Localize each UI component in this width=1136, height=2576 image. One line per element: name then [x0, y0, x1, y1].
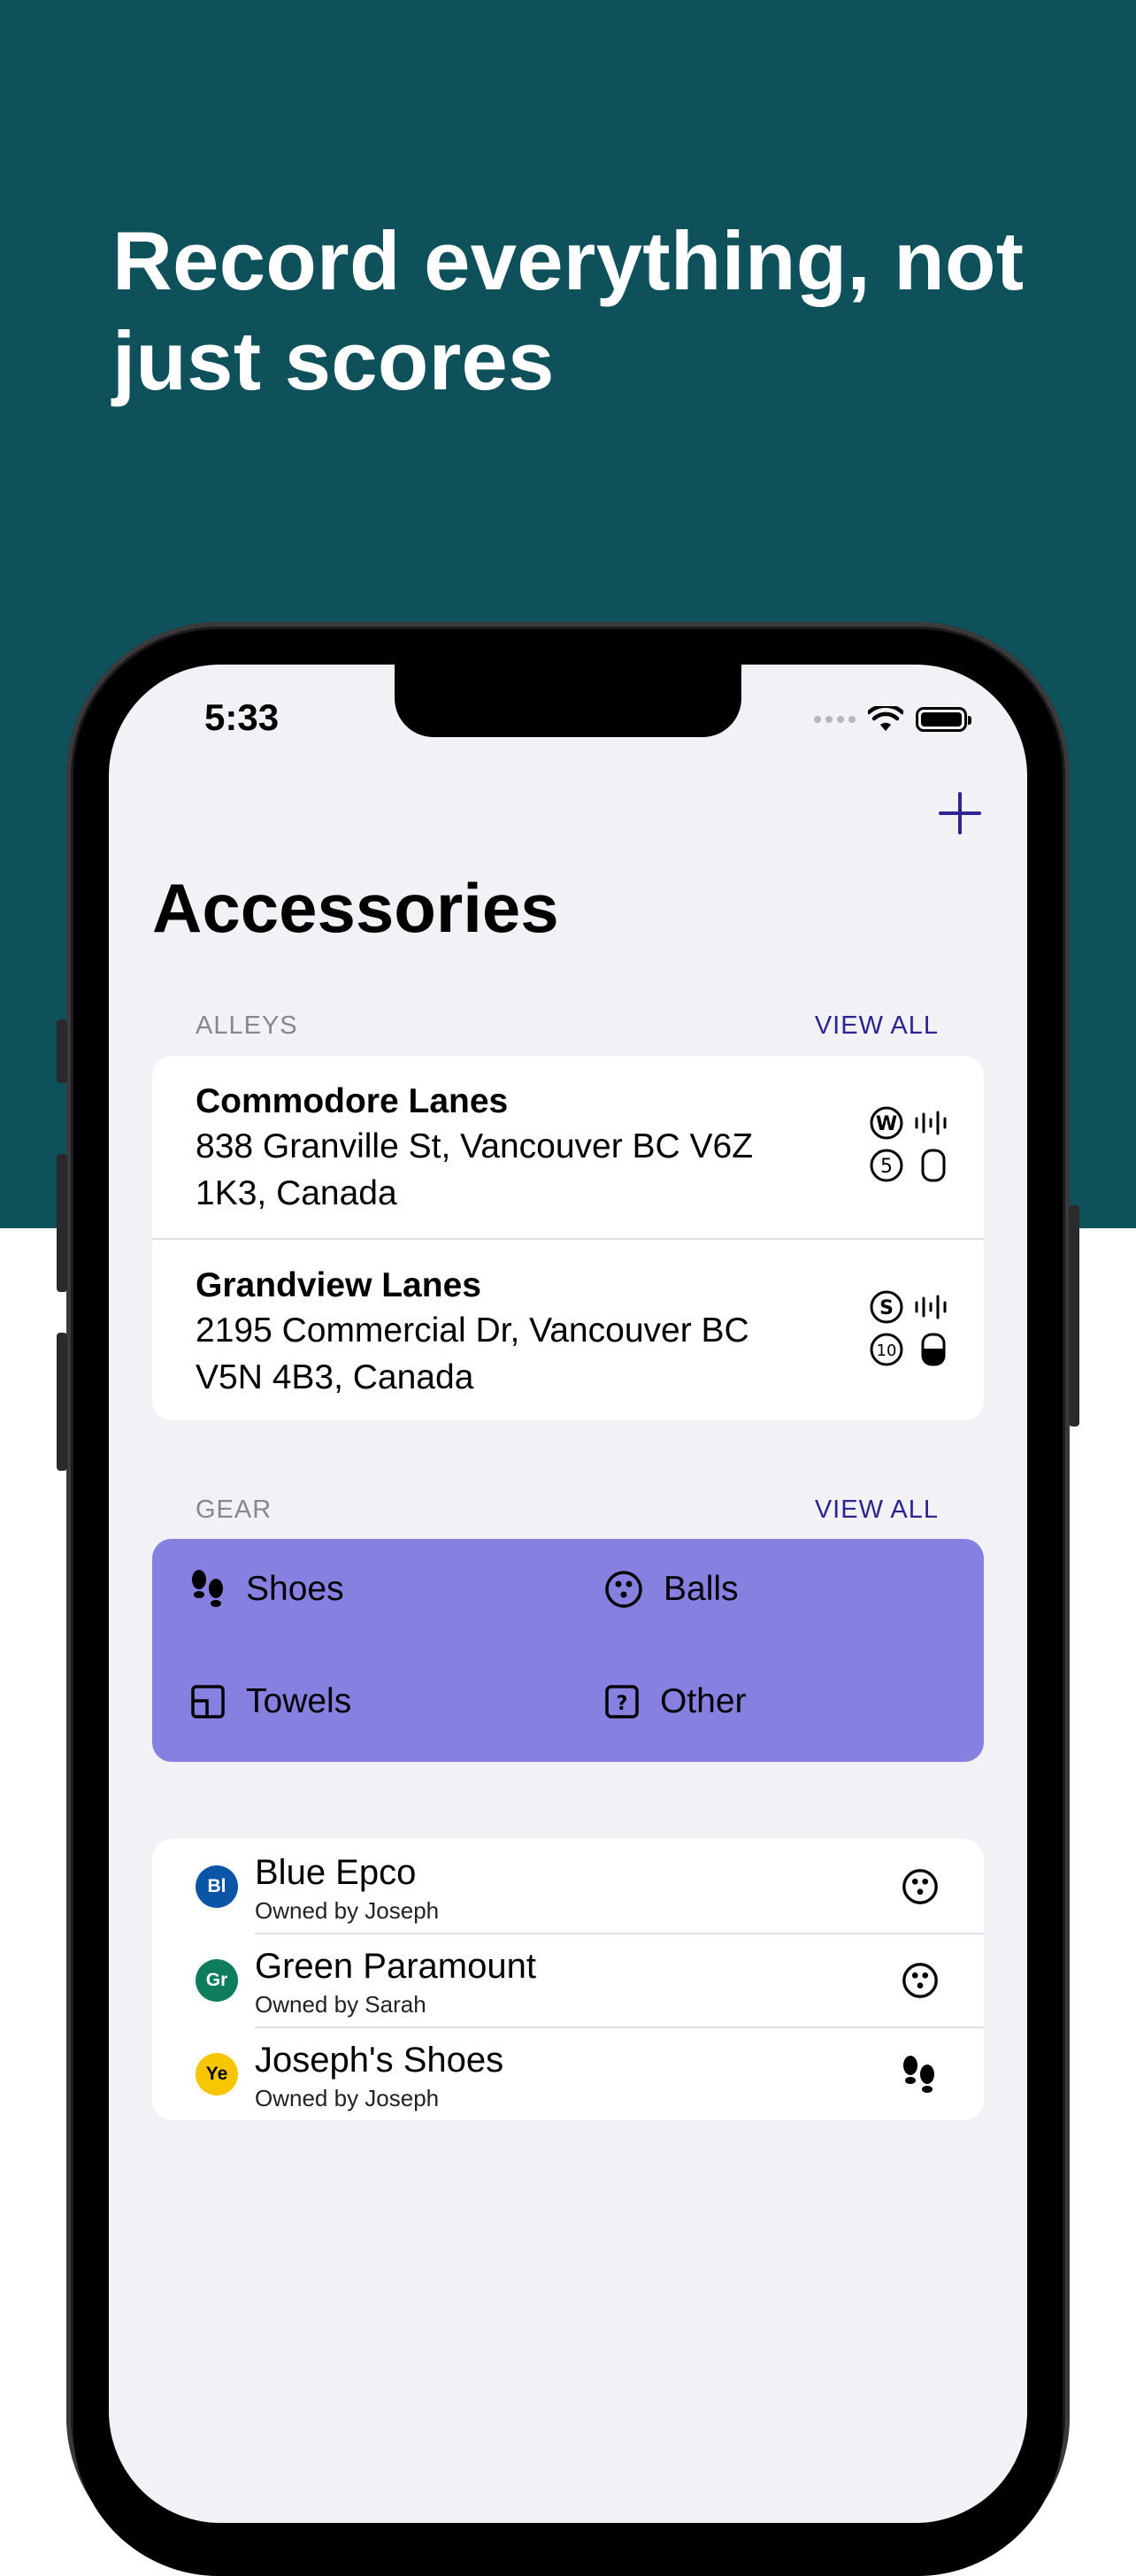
badge-icon: 5	[870, 1149, 903, 1182]
lane-empty-icon	[921, 1149, 946, 1182]
gear-section-header: GEAR VIEW ALL	[196, 1496, 939, 1525]
plus-icon	[939, 792, 981, 834]
alley-name: Commodore Lanes	[196, 1082, 509, 1120]
ball-icon	[902, 1963, 938, 1998]
alley-row[interactable]: Commodore Lanes 838 Granville St, Vancou…	[152, 1056, 984, 1238]
gear-category-towels[interactable]: Towels	[189, 1682, 351, 1721]
oil-pattern-icon	[915, 1111, 947, 1135]
gear-section-label: GEAR	[196, 1496, 272, 1524]
ball-icon	[902, 1869, 938, 1904]
notch	[395, 665, 741, 737]
item-name: Green Paramount	[255, 1947, 536, 1986]
question-icon: ?	[605, 1685, 639, 1719]
gear-category-balls[interactable]: Balls	[603, 1569, 739, 1610]
gear-view-all-link[interactable]: VIEW ALL	[815, 1496, 939, 1525]
power-button	[1069, 1205, 1079, 1426]
cellular-signal-icon	[814, 716, 856, 723]
avatar: Ye	[196, 2053, 238, 2095]
item-name: Blue Epco	[255, 1853, 417, 1892]
list-item[interactable]: Gr Green Paramount Owned by Sarah	[152, 1933, 984, 2026]
alleys-card: Commodore Lanes 838 Granville St, Vancou…	[152, 1056, 984, 1420]
list-item[interactable]: Ye Joseph's Shoes Owned by Joseph	[152, 2026, 984, 2120]
alleys-section-label: ALLEYS	[196, 1011, 298, 1040]
alley-attributes: W 5	[869, 1105, 957, 1183]
status-time: 5:33	[204, 696, 280, 738]
badge-top-text: W	[876, 1113, 897, 1135]
alley-row[interactable]: Grandview Lanes 2195 Commercial Dr, Vanc…	[152, 1238, 984, 1420]
gear-category-label: Shoes	[246, 1570, 344, 1608]
shoes-icon	[192, 1570, 223, 1607]
alley-name: Grandview Lanes	[196, 1266, 481, 1304]
alley-address: 838 Granville St, Vancouver BC V6Z 1K3, …	[196, 1127, 754, 1212]
badge-bottom-text: 5	[880, 1156, 893, 1178]
avatar: Gr	[196, 1959, 238, 2002]
shoes-icon	[903, 2056, 934, 2093]
battery-icon	[916, 707, 971, 732]
alleys-view-all-link[interactable]: VIEW ALL	[815, 1011, 939, 1041]
lane-half-icon	[921, 1333, 946, 1366]
gear-category-shoes[interactable]: Shoes	[189, 1569, 344, 1610]
item-owner: Owned by Joseph	[255, 1897, 440, 1924]
oil-pattern-icon	[915, 1295, 947, 1319]
volume-down-button	[57, 1333, 67, 1471]
wifi-icon	[868, 706, 903, 731]
alley-address: 2195 Commercial Dr, Vancouver BC V5N 4B3…	[196, 1311, 749, 1396]
badge-top-text: S	[879, 1297, 894, 1319]
item-owner: Owned by Joseph	[255, 2085, 440, 2111]
volume-up-button	[57, 1154, 67, 1292]
add-button[interactable]	[935, 788, 985, 838]
gear-category-label: Towels	[246, 1682, 352, 1720]
towel-icon	[191, 1685, 225, 1719]
mute-switch	[57, 1019, 67, 1083]
gear-category-label: Other	[660, 1682, 747, 1720]
alleys-section-header: ALLEYS VIEW ALL	[196, 1011, 939, 1041]
gear-categories: Shoes Balls Towels ? Other	[152, 1539, 984, 1762]
badge-icon: W	[870, 1106, 903, 1140]
item-name: Joseph's Shoes	[255, 2041, 504, 2080]
item-owner: Owned by Sarah	[255, 1991, 426, 2018]
badge-icon: 10	[870, 1333, 903, 1366]
page-title: Accessories	[152, 869, 559, 947]
list-item[interactable]: Bl Blue Epco Owned by Joseph	[152, 1839, 984, 1933]
app-screen: 5:33 Accessories ALLEYS VIEW ALL Commodo…	[109, 665, 1027, 2523]
svg-text:?: ?	[617, 1693, 628, 1715]
badge-bottom-text: 10	[877, 1342, 897, 1360]
gear-items-list: Bl Blue Epco Owned by Joseph Gr Green Pa…	[152, 1839, 984, 2120]
ball-icon	[605, 1571, 642, 1608]
status-indicators	[814, 702, 971, 737]
marketing-headline: Record everything, not just scores	[112, 214, 1025, 407]
badge-icon: S	[870, 1290, 903, 1324]
avatar: Bl	[196, 1865, 238, 1908]
alley-attributes: S 10	[869, 1289, 957, 1367]
gear-category-other[interactable]: ? Other	[603, 1682, 747, 1721]
gear-category-label: Balls	[664, 1570, 739, 1608]
